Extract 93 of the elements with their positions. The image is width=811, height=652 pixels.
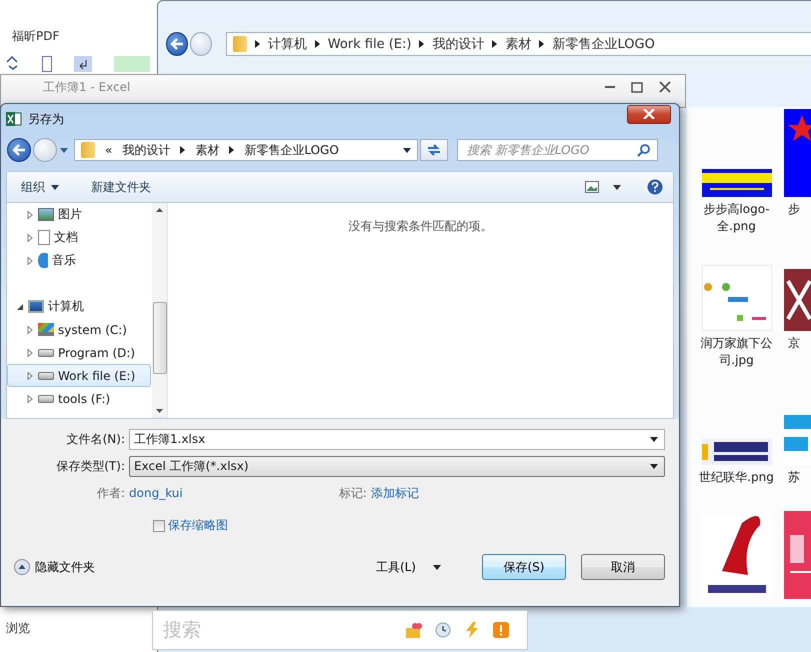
view-icon[interactable]: [585, 181, 599, 193]
organize-button[interactable]: 组织: [19, 176, 47, 198]
tree-item[interactable]: Program (D:): [7, 341, 151, 364]
refresh-icon[interactable]: [426, 143, 442, 157]
collapse-up-icon[interactable]: [14, 559, 30, 575]
folder-icon: [232, 36, 247, 52]
tree-item[interactable]: tools (F:): [7, 387, 151, 410]
caret-icon[interactable]: [650, 464, 658, 468]
file-name[interactable]: 步: [784, 201, 811, 218]
tree-item[interactable]: system (C:): [7, 318, 151, 341]
document-icon: [38, 230, 50, 245]
file-name[interactable]: 步步高logo-全.png: [692, 201, 782, 235]
dialog-title: 另存为: [28, 110, 64, 128]
ribbon-tab[interactable]: 福昕PDF: [12, 28, 60, 45]
tree-item[interactable]: 音乐: [7, 249, 151, 272]
scrollbar[interactable]: [152, 203, 167, 418]
file-name[interactable]: 润万家旗下公司.jpg: [692, 335, 782, 369]
drive-icon: [38, 348, 54, 356]
help-icon[interactable]: [647, 179, 663, 195]
address-bar[interactable]: 计算机 Work file (E:) 我的设计 素材 新零售企业LOGO: [226, 32, 811, 56]
close-icon[interactable]: [659, 81, 671, 93]
arrow-left-icon[interactable]: [12, 144, 26, 156]
caret-icon[interactable]: [650, 436, 658, 442]
cancel-button[interactable]: 取消: [581, 554, 665, 580]
breadcrumb-item[interactable]: Work file (E:): [328, 36, 412, 52]
field-label: 保存类型(T):: [55, 458, 126, 474]
back-button[interactable]: [166, 32, 188, 56]
file-type-dropdown[interactable]: Excel 工作簿(*.xlsx): [129, 456, 665, 476]
checkbox-label[interactable]: 保存缩略图: [168, 517, 228, 534]
chevron-icon[interactable]: [229, 146, 234, 154]
close-button[interactable]: [627, 104, 671, 124]
expand-arrow-icon[interactable]: [16, 302, 24, 310]
chevron-icon[interactable]: [254, 40, 260, 48]
field-label: 文件名(N):: [66, 430, 126, 448]
clock-icon[interactable]: [435, 622, 451, 638]
drive-icon: [38, 394, 54, 402]
arrows-icon[interactable]: [6, 56, 20, 70]
search-icon[interactable]: [637, 143, 651, 157]
thumbnail-checkbox[interactable]: [153, 520, 165, 532]
file-name[interactable]: 世纪联华.png: [692, 469, 782, 486]
breadcrumb-item[interactable]: 我的设计: [122, 142, 170, 158]
scroll-down-icon[interactable]: [156, 409, 163, 413]
file-name[interactable]: 京: [784, 335, 811, 352]
refresh-button[interactable]: [420, 139, 448, 161]
chevron-icon[interactable]: [492, 40, 498, 48]
empty-message: 没有与搜索条件匹配的项。: [348, 218, 492, 234]
chevron-icon[interactable]: [314, 40, 320, 48]
breadcrumb-item[interactable]: 素材: [505, 35, 532, 53]
tree-item[interactable]: Work file (E:): [7, 364, 151, 387]
scroll-up-icon[interactable]: [156, 208, 163, 212]
caret-icon[interactable]: [403, 148, 411, 152]
tags-label: 标记:: [338, 484, 367, 502]
arrow-left-icon[interactable]: [170, 38, 184, 50]
drive-icon: [38, 372, 54, 380]
chevron-icon[interactable]: [539, 40, 544, 48]
style-swatch-icon[interactable]: [114, 56, 150, 72]
tags-link[interactable]: 添加标记: [370, 484, 419, 502]
hide-folders-button[interactable]: 隐藏文件夹: [35, 558, 95, 576]
computer-icon: [28, 300, 44, 313]
author-label: 作者:: [97, 484, 126, 502]
tree-item[interactable]: 文档: [7, 226, 151, 249]
author-link[interactable]: dong_kui: [129, 486, 183, 500]
picture-folder-icon: [38, 208, 54, 221]
new-folder-button[interactable]: 新建文件夹: [89, 176, 153, 198]
ribbon-label[interactable]: 浏览: [6, 620, 30, 637]
wrap-text-icon[interactable]: [74, 56, 92, 72]
window-title: 工作簿1 - Excel: [43, 78, 130, 96]
breadcrumb-item[interactable]: 素材: [195, 142, 220, 158]
chevron-icon[interactable]: [419, 40, 424, 48]
caret-icon[interactable]: [613, 184, 621, 190]
tools-button[interactable]: 工具(L): [374, 556, 418, 578]
breadcrumb-item[interactable]: 新零售企业LOGO: [244, 142, 339, 158]
breadcrumb-item[interactable]: 计算机: [268, 35, 307, 53]
tree-item[interactable]: 图片: [7, 203, 151, 226]
tree-item[interactable]: 计算机: [7, 295, 151, 318]
chevron-icon[interactable]: [180, 146, 186, 154]
breadcrumb-item[interactable]: 我的设计: [432, 35, 484, 53]
address-bar[interactable]: « 我的设计 素材 新零售企业LOGO: [74, 139, 418, 161]
breadcrumb-item[interactable]: 新零售企业LOGO: [552, 35, 655, 53]
minimize-icon[interactable]: [605, 85, 615, 89]
folder-heart-icon[interactable]: [406, 622, 422, 638]
save-button[interactable]: 保存(S): [482, 554, 566, 580]
caret-icon[interactable]: [433, 564, 441, 570]
folder-icon: [81, 142, 95, 158]
system-drive-icon: [38, 323, 54, 336]
caret-icon[interactable]: [51, 184, 59, 190]
file-name-field[interactable]: 工作簿1.xlsx: [129, 428, 665, 450]
maximize-icon[interactable]: [631, 82, 643, 92]
search-field[interactable]: 搜索 新零售企业LOGO: [457, 139, 658, 161]
file-name[interactable]: 苏: [784, 469, 811, 486]
back-button[interactable]: [7, 138, 31, 162]
breadcrumb-overflow[interactable]: «: [105, 143, 112, 157]
spreadsheet-icon: [6, 111, 22, 127]
